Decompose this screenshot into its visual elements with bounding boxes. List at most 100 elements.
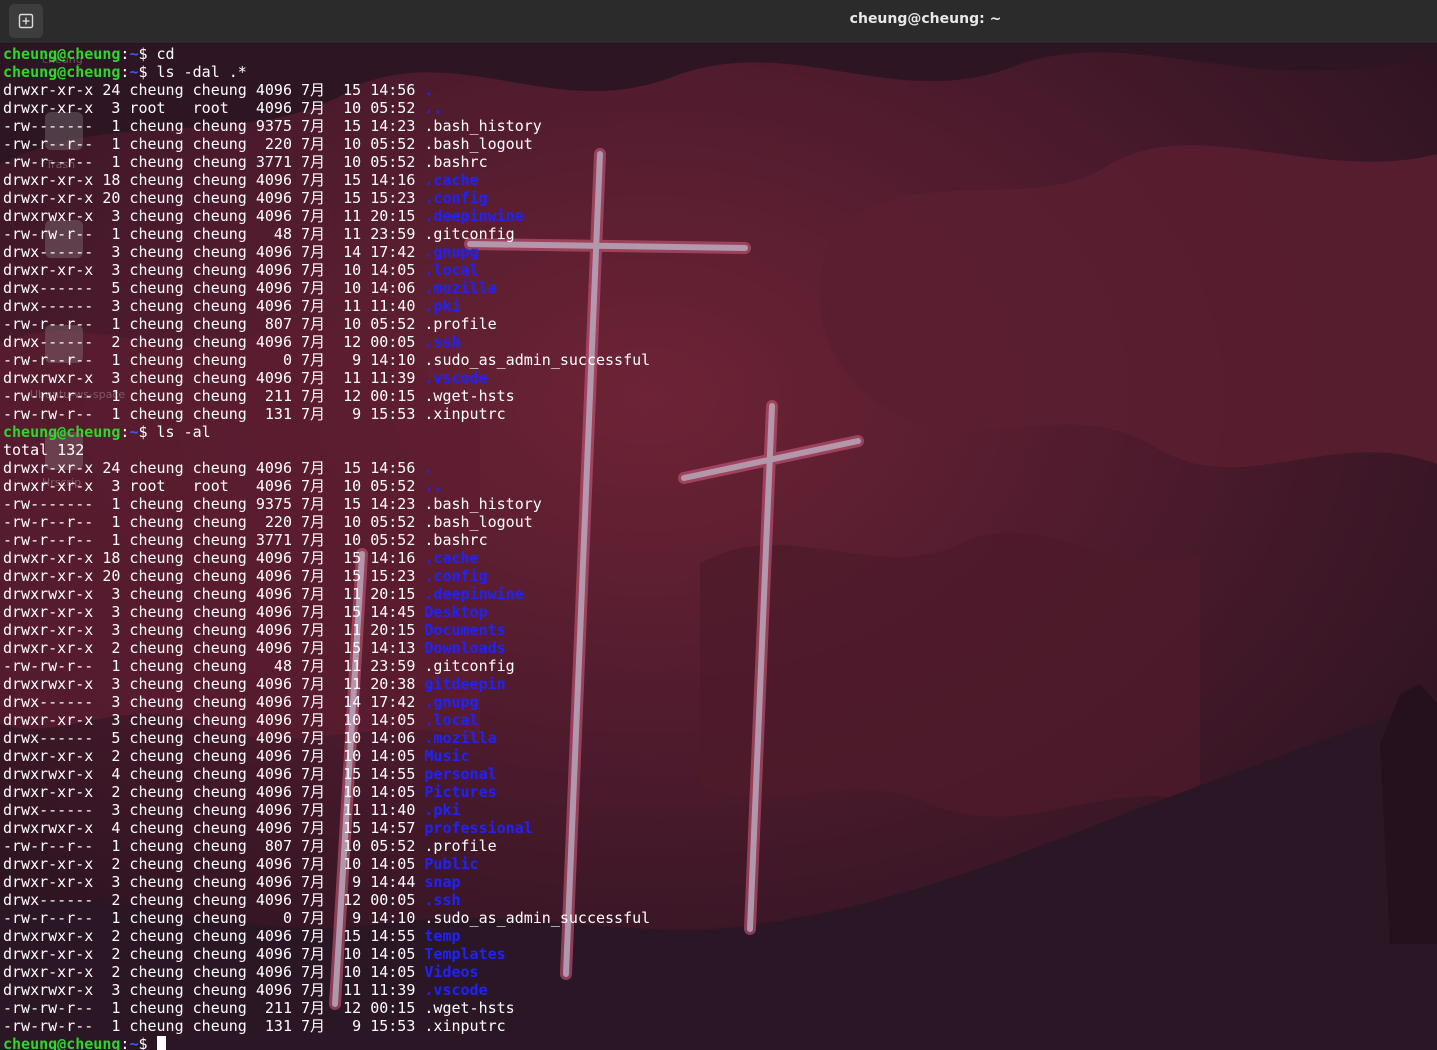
file-name: .bash_history: [424, 117, 542, 135]
listing-row: -rw-r--r-- 1 cheung cheung 220 7月 10 05:…: [3, 135, 1433, 153]
file-metadata: drwxr-xr-x 3 cheung cheung 4096 7月 15 14…: [3, 603, 425, 621]
directory-name: .local: [424, 711, 479, 729]
file-metadata: -rw-r--r-- 1 cheung cheung 0 7月 9 14:10: [3, 909, 425, 927]
file-metadata: drwx------ 3 cheung cheung 4096 7月 14 17…: [3, 693, 425, 711]
directory-name: .ssh: [424, 891, 461, 909]
listing-row: drwxr-xr-x 18 cheung cheung 4096 7月 15 1…: [3, 171, 1433, 189]
directory-name: professional: [424, 819, 533, 837]
file-name: .xinputrc: [424, 405, 506, 423]
directory-name: .gnupg: [424, 243, 479, 261]
file-metadata: drwxr-xr-x 2 cheung cheung 4096 7月 10 14…: [3, 747, 425, 765]
listing-row: -rw-r--r-- 1 cheung cheung 0 7月 9 14:10 …: [3, 351, 1433, 369]
listing-row: drwxrwxr-x 3 cheung cheung 4096 7月 11 20…: [3, 585, 1433, 603]
directory-name: .vscode: [424, 369, 488, 387]
file-metadata: drwx------ 5 cheung cheung 4096 7月 10 14…: [3, 729, 425, 747]
listing-row: drwxr-xr-x 20 cheung cheung 4096 7月 15 1…: [3, 189, 1433, 207]
listing-row: drwxr-xr-x 2 cheung cheung 4096 7月 10 14…: [3, 963, 1433, 981]
directory-name: .gnupg: [424, 693, 479, 711]
file-metadata: drwxr-xr-x 3 root root 4096 7月 10 05:52: [3, 477, 425, 495]
file-metadata: drwxr-xr-x 20 cheung cheung 4096 7月 15 1…: [3, 189, 425, 207]
listing-row: drwx------ 2 cheung cheung 4096 7月 12 00…: [3, 891, 1433, 909]
listing-row: -rw------- 1 cheung cheung 9375 7月 15 14…: [3, 117, 1433, 135]
directory-name: Documents: [424, 621, 506, 639]
listing-row: drwxr-xr-x 2 cheung cheung 4096 7月 10 14…: [3, 783, 1433, 801]
file-metadata: -rw-r--r-- 1 cheung cheung 0 7月 9 14:10: [3, 351, 425, 369]
directory-name: .config: [424, 567, 488, 585]
file-metadata: -rw-rw-r-- 1 cheung cheung 48 7月 11 23:5…: [3, 225, 425, 243]
directory-name: Videos: [424, 963, 479, 981]
terminal-cursor: [156, 1036, 166, 1050]
file-metadata: drwxr-xr-x 24 cheung cheung 4096 7月 15 1…: [3, 81, 425, 99]
listing-row: drwx------ 3 cheung cheung 4096 7月 14 17…: [3, 243, 1433, 261]
file-metadata: drwxr-xr-x 18 cheung cheung 4096 7月 15 1…: [3, 549, 425, 567]
file-name: .bash_logout: [424, 135, 533, 153]
prompt-symbol: $: [138, 1035, 157, 1050]
directory-name: .vscode: [424, 981, 488, 999]
listing-row: -rw-rw-r-- 1 cheung cheung 211 7月 12 00:…: [3, 387, 1433, 405]
file-metadata: -rw-r--r-- 1 cheung cheung 3771 7月 10 05…: [3, 531, 425, 549]
prompt-user: cheung@cheung: [3, 45, 121, 63]
file-metadata: drwx------ 3 cheung cheung 4096 7月 14 17…: [3, 243, 425, 261]
prompt-line: cheung@cheung:~$: [3, 1035, 1433, 1050]
file-metadata: drwxrwxr-x 4 cheung cheung 4096 7月 15 14…: [3, 765, 425, 783]
file-metadata: drwxrwxr-x 4 cheung cheung 4096 7月 15 14…: [3, 819, 425, 837]
listing-row: drwxrwxr-x 3 cheung cheung 4096 7月 11 11…: [3, 981, 1433, 999]
file-metadata: -rw-rw-r-- 1 cheung cheung 211 7月 12 00:…: [3, 387, 425, 405]
listing-row: drwxr-xr-x 2 cheung cheung 4096 7月 15 14…: [3, 639, 1433, 657]
prompt-user: cheung@cheung: [3, 1035, 121, 1050]
listing-row: -rw-r--r-- 1 cheung cheung 807 7月 10 05:…: [3, 837, 1433, 855]
file-metadata: drwxr-xr-x 24 cheung cheung 4096 7月 15 1…: [3, 459, 425, 477]
file-metadata: drwx------ 3 cheung cheung 4096 7月 11 11…: [3, 297, 425, 315]
file-name: .bash_logout: [424, 513, 533, 531]
command-text: ls -dal .*: [156, 63, 247, 81]
file-metadata: -rw-rw-r-- 1 cheung cheung 131 7月 9 15:5…: [3, 405, 425, 423]
terminal-output[interactable]: cheung@cheung:~$ cd cheung@cheung:~$ ls -…: [3, 45, 1433, 1050]
directory-name: snap: [424, 873, 461, 891]
prompt-line: cheung@cheung:~$ ls -al: [3, 423, 1433, 441]
listing-row: -rw------- 1 cheung cheung 9375 7月 15 14…: [3, 495, 1433, 513]
directory-name: ..: [424, 477, 443, 495]
file-name: .wget-hsts: [424, 387, 515, 405]
file-metadata: -rw-r--r-- 1 cheung cheung 807 7月 10 05:…: [3, 837, 425, 855]
output-text: total 132: [3, 441, 85, 459]
prompt-symbol: $: [138, 423, 157, 441]
file-metadata: drwxrwxr-x 3 cheung cheung 4096 7月 11 20…: [3, 585, 425, 603]
listing-row: -rw-rw-r-- 1 cheung cheung 211 7月 12 00:…: [3, 999, 1433, 1017]
prompt-symbol: $: [138, 45, 157, 63]
listing-row: -rw-rw-r-- 1 cheung cheung 131 7月 9 15:5…: [3, 1017, 1433, 1035]
listing-row: drwxrwxr-x 3 cheung cheung 4096 7月 11 20…: [3, 675, 1433, 693]
directory-name: Public: [424, 855, 479, 873]
listing-row: drwxr-xr-x 2 cheung cheung 4096 7月 10 14…: [3, 747, 1433, 765]
file-name: .sudo_as_admin_successful: [424, 909, 651, 927]
listing-row: drwxr-xr-x 2 cheung cheung 4096 7月 10 14…: [3, 855, 1433, 873]
file-name: .gitconfig: [424, 225, 515, 243]
directory-name: Desktop: [424, 603, 488, 621]
window-title: cheung@cheung: ~: [849, 11, 1002, 27]
listing-row: -rw-r--r-- 1 cheung cheung 3771 7月 10 05…: [3, 531, 1433, 549]
prompt-line: cheung@cheung:~$ cd: [3, 45, 1433, 63]
listing-row: drwxr-xr-x 3 cheung cheung 4096 7月 10 14…: [3, 711, 1433, 729]
file-metadata: drwx------ 2 cheung cheung 4096 7月 12 00…: [3, 333, 425, 351]
file-metadata: drwx------ 2 cheung cheung 4096 7月 12 00…: [3, 891, 425, 909]
listing-row: drwxr-xr-x 3 root root 4096 7月 10 05:52 …: [3, 477, 1433, 495]
file-metadata: -rw-rw-r-- 1 cheung cheung 131 7月 9 15:5…: [3, 1017, 425, 1035]
directory-name: .cache: [424, 549, 479, 567]
file-name: .sudo_as_admin_successful: [424, 351, 651, 369]
listing-row: drwxrwxr-x 3 cheung cheung 4096 7月 11 11…: [3, 369, 1433, 387]
file-metadata: drwx------ 5 cheung cheung 4096 7月 10 14…: [3, 279, 425, 297]
file-metadata: drwxrwxr-x 3 cheung cheung 4096 7月 11 11…: [3, 369, 425, 387]
file-metadata: drwxr-xr-x 2 cheung cheung 4096 7月 10 14…: [3, 783, 425, 801]
directory-name: ..: [424, 99, 443, 117]
listing-row: -rw-rw-r-- 1 cheung cheung 48 7月 11 23:5…: [3, 225, 1433, 243]
file-name: .profile: [424, 837, 497, 855]
listing-row: -rw-r--r-- 1 cheung cheung 807 7月 10 05:…: [3, 315, 1433, 333]
file-metadata: drwxr-xr-x 3 cheung cheung 4096 7月 10 14…: [3, 711, 425, 729]
directory-name: Templates: [424, 945, 506, 963]
listing-row: -rw-rw-r-- 1 cheung cheung 48 7月 11 23:5…: [3, 657, 1433, 675]
listing-row: drwxrwxr-x 2 cheung cheung 4096 7月 15 14…: [3, 927, 1433, 945]
file-metadata: -rw------- 1 cheung cheung 9375 7月 15 14…: [3, 495, 425, 513]
listing-row: drwx------ 5 cheung cheung 4096 7月 10 14…: [3, 729, 1433, 747]
command-text: cd: [156, 45, 175, 63]
listing-row: drwx------ 2 cheung cheung 4096 7月 12 00…: [3, 333, 1433, 351]
listing-row: drwxr-xr-x 3 cheung cheung 4096 7月 9 14:…: [3, 873, 1433, 891]
